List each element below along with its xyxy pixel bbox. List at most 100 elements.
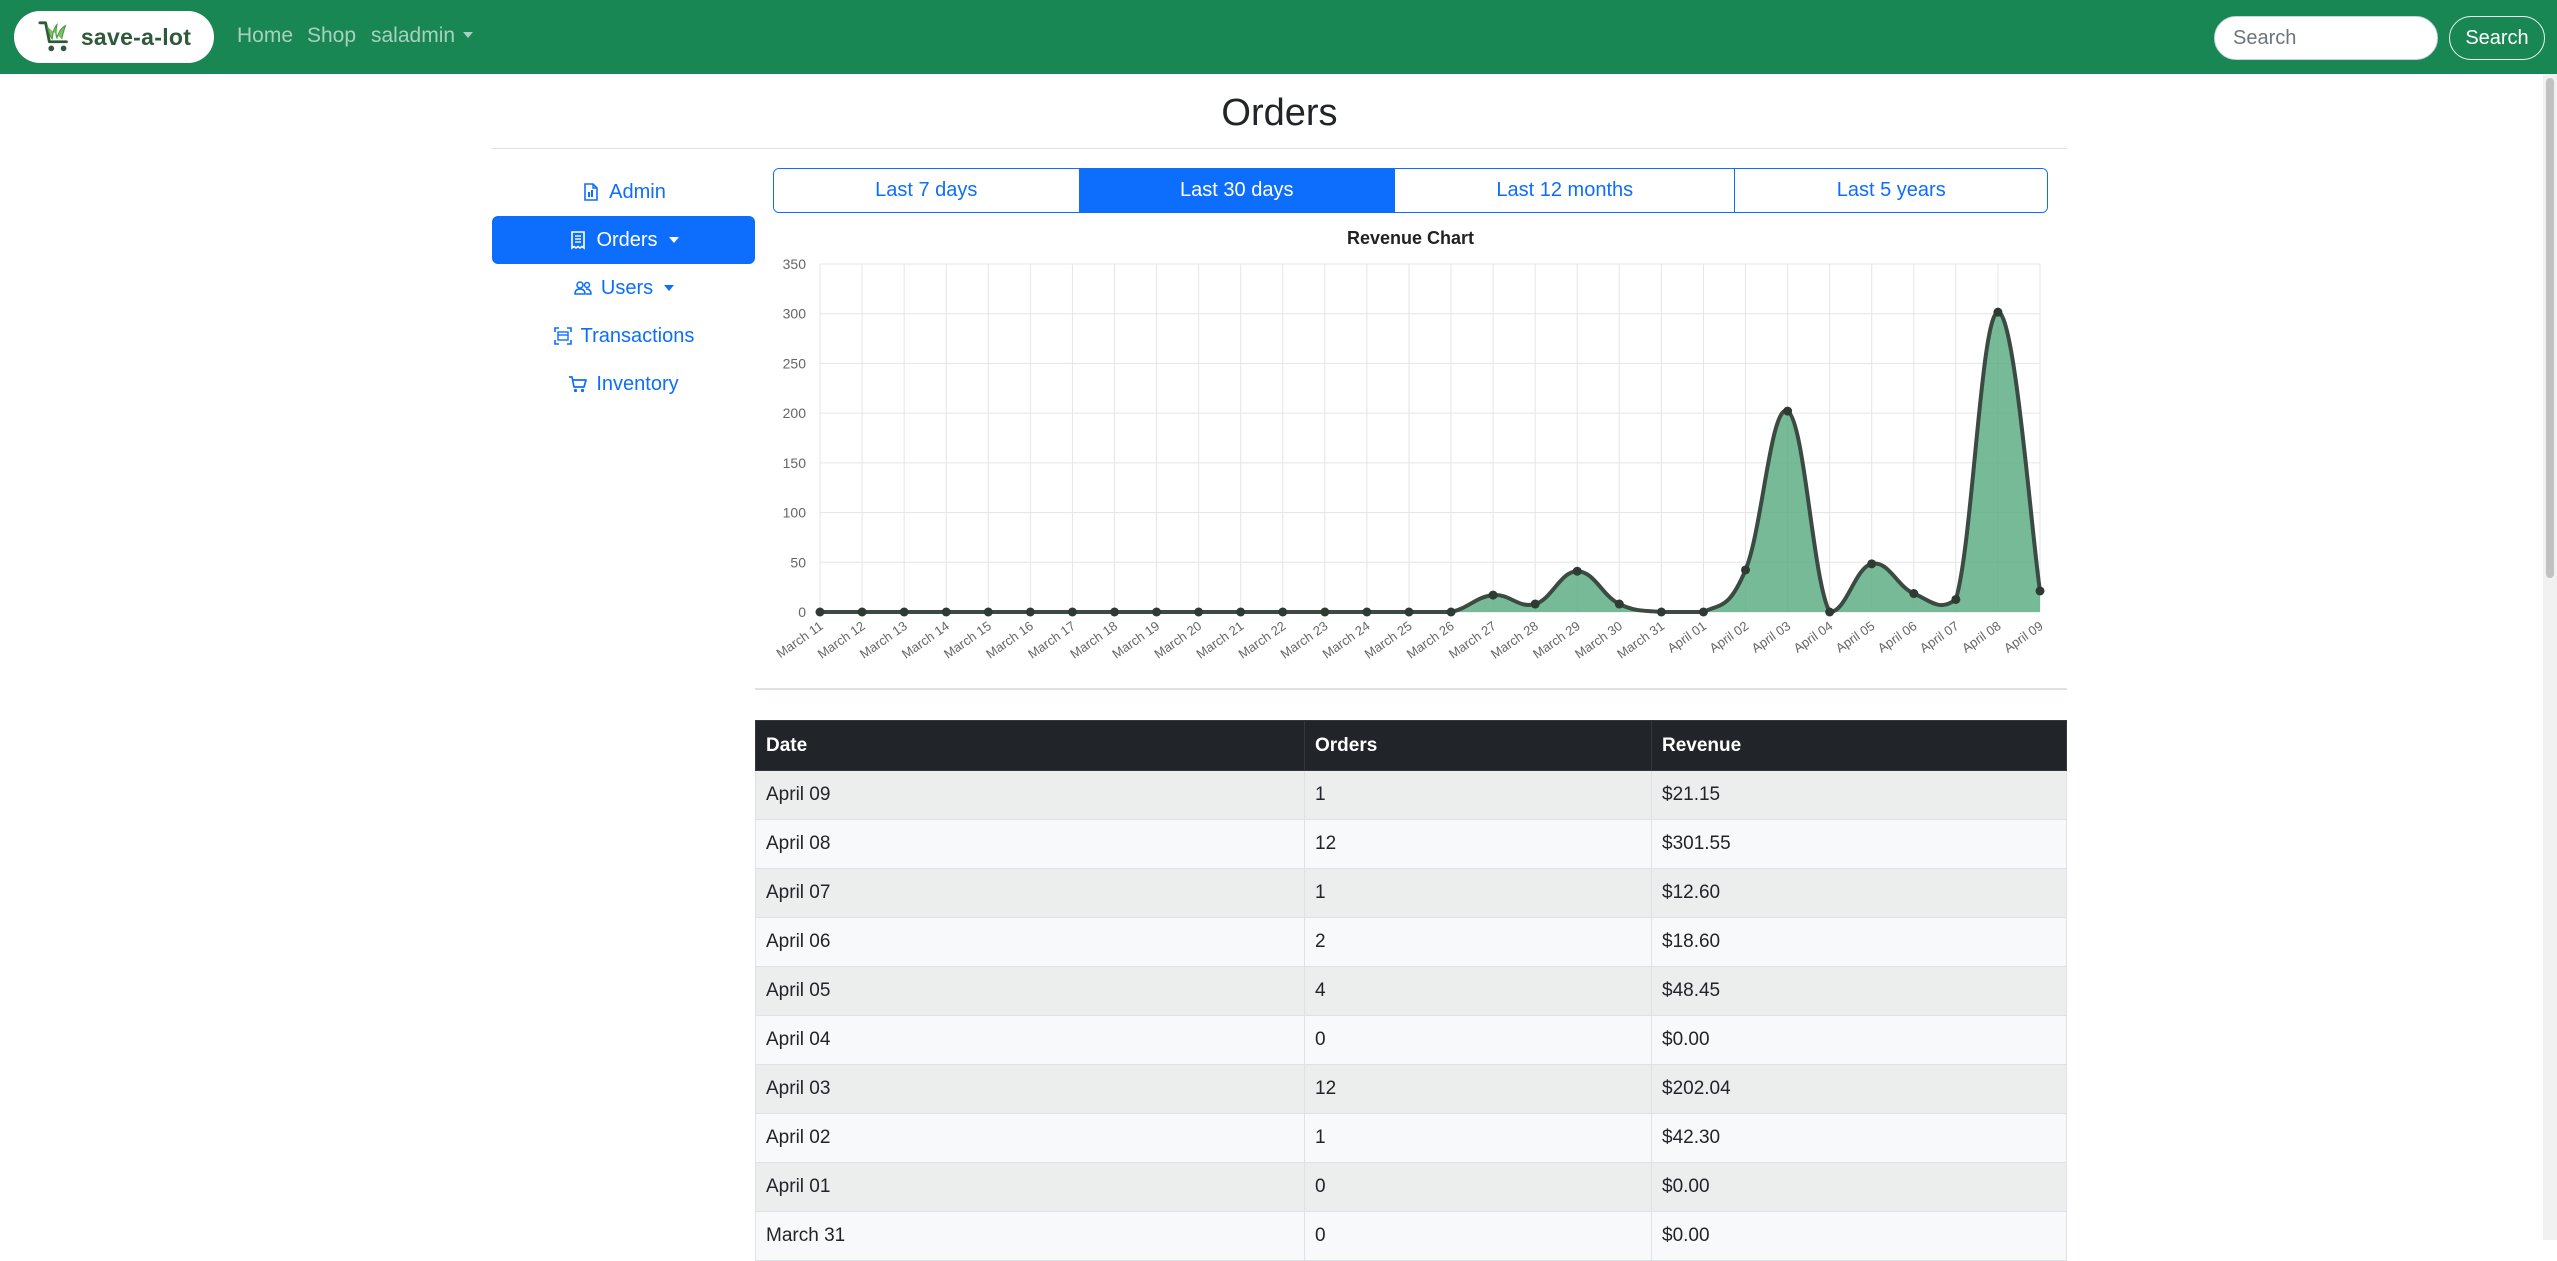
cell-date: April 07 <box>755 868 1305 918</box>
table-row: April 07 1 $12.60 <box>755 868 2067 918</box>
brand-logo[interactable]: save-a-lot <box>14 11 214 63</box>
y-tick-label: 150 <box>783 455 807 471</box>
cell-orders: 1 <box>1304 1113 1652 1163</box>
chart-title: Revenue Chart <box>1347 228 1474 248</box>
data-point <box>1488 590 1498 600</box>
admin-sidebar: Admin Orders Users Transactions Inventor… <box>492 168 755 408</box>
cell-orders: 12 <box>1304 819 1652 869</box>
sidebar-item-inventory[interactable]: Inventory <box>492 360 755 408</box>
data-point <box>983 607 993 617</box>
scan-icon <box>553 327 572 345</box>
top-navbar: save-a-lot Home Shop saladmin Search <box>0 0 2557 74</box>
revenue-chart-svg: Revenue Chart 0 50 100 150 200 250 300 350 March … <box>774 228 2046 662</box>
data-point <box>1614 599 1624 609</box>
nav-shop-link[interactable]: Shop <box>307 24 356 48</box>
chevron-down-icon <box>463 32 474 38</box>
sidebar-item-users[interactable]: Users <box>492 264 755 312</box>
scrollbar-thumb[interactable] <box>2546 78 2554 578</box>
chevron-down-icon <box>668 237 679 243</box>
table-body: April 09 1 $21.15 April 08 12 $301.55 April 07… <box>755 770 2067 1261</box>
cell-date: April 08 <box>755 819 1305 869</box>
cell-date: April 09 <box>755 770 1305 820</box>
nav-home-link[interactable]: Home <box>237 24 293 48</box>
date-range-tabs: Last 7 days Last 30 days Last 12 months … <box>773 168 2048 213</box>
cell-date: April 01 <box>755 1162 1305 1212</box>
cell-orders: 1 <box>1304 770 1652 820</box>
table-row: March 31 0 $0.00 <box>755 1211 2067 1261</box>
x-tick-label: April 09 <box>2001 618 2046 656</box>
cell-revenue: $21.15 <box>1651 770 2067 820</box>
x-tick-label: April 05 <box>1833 618 1878 656</box>
y-tick-label: 100 <box>783 505 807 521</box>
cell-orders: 0 <box>1304 1211 1652 1261</box>
x-tick-label: April 04 <box>1791 618 1836 656</box>
tab-last-30-days[interactable]: Last 30 days <box>1079 169 1396 212</box>
table-row: April 03 12 $202.04 <box>755 1064 2067 1114</box>
search-input[interactable] <box>2214 16 2438 60</box>
data-point <box>1572 566 1582 576</box>
search-button[interactable]: Search <box>2449 16 2545 60</box>
column-header-revenue: Revenue <box>1651 720 2067 771</box>
tab-last-7-days[interactable]: Last 7 days <box>774 169 1080 212</box>
receipt-icon <box>571 231 586 250</box>
x-tick-label: April 06 <box>1875 618 1920 656</box>
chevron-down-icon <box>664 285 675 291</box>
data-point <box>1236 607 1246 617</box>
data-point <box>815 607 825 617</box>
tab-last-5-years[interactable]: Last 5 years <box>1735 169 2047 212</box>
column-header-date: Date <box>755 720 1305 771</box>
data-point <box>1993 307 2003 317</box>
revenue-area-fill <box>820 312 2040 612</box>
people-icon <box>574 281 592 295</box>
cell-revenue: $0.00 <box>1651 1015 2067 1065</box>
nav-user-dropdown[interactable]: saladmin <box>371 24 474 48</box>
tab-last-12-months[interactable]: Last 12 months <box>1395 169 1736 212</box>
cell-date: March 31 <box>755 1211 1305 1261</box>
cell-revenue: $0.00 <box>1651 1162 2067 1212</box>
y-tick-label: 350 <box>783 256 807 272</box>
nav-user-label: saladmin <box>371 24 456 47</box>
cell-date: April 03 <box>755 1064 1305 1114</box>
y-tick-label: 200 <box>783 405 807 421</box>
data-point <box>1025 607 1035 617</box>
x-tick-label: April 08 <box>1959 618 2004 656</box>
y-tick-label: 300 <box>783 306 807 322</box>
cell-orders: 2 <box>1304 917 1652 967</box>
y-tick-label: 250 <box>783 355 807 371</box>
data-point <box>1278 607 1288 617</box>
data-point <box>1152 607 1162 617</box>
data-point <box>1741 565 1751 575</box>
cell-orders: 4 <box>1304 966 1652 1016</box>
data-point <box>1194 607 1204 617</box>
cell-date: April 02 <box>755 1113 1305 1163</box>
data-point <box>941 607 951 617</box>
x-tick-label: April 02 <box>1707 618 1752 656</box>
cell-date: April 06 <box>755 917 1305 967</box>
sidebar-item-admin[interactable]: Admin <box>492 168 755 216</box>
data-point <box>1067 607 1077 617</box>
data-point <box>1783 406 1793 416</box>
sidebar-item-orders[interactable]: Orders <box>492 216 755 264</box>
sidebar-item-label: Users <box>600 276 654 299</box>
document-icon <box>584 183 598 201</box>
cart-icon <box>569 376 588 393</box>
table-row: April 06 2 $18.60 <box>755 917 2067 967</box>
cell-revenue: $18.60 <box>1651 917 2067 967</box>
cell-date: April 04 <box>755 1015 1305 1065</box>
data-point <box>2035 586 2045 596</box>
chart-divider <box>755 688 2067 690</box>
x-tick-label: April 07 <box>1917 618 1962 656</box>
orders-table-container: Date Orders Revenue April 09 1 $21.15 April… <box>755 720 2067 1261</box>
data-point <box>857 607 867 617</box>
sidebar-item-label: Transactions <box>580 324 695 347</box>
data-point <box>1320 607 1330 617</box>
cell-revenue: $202.04 <box>1651 1064 2067 1114</box>
cell-revenue: $12.60 <box>1651 868 2067 918</box>
revenue-chart: Revenue Chart 0 50 100 150 200 250 300 350 March … <box>773 222 2048 682</box>
brand-name: save-a-lot <box>80 23 192 50</box>
data-point <box>1909 589 1919 599</box>
data-point <box>899 607 909 617</box>
sidebar-item-transactions[interactable]: Transactions <box>492 312 755 360</box>
table-row: April 05 4 $48.45 <box>755 966 2067 1016</box>
sidebar-item-label: Orders <box>596 228 658 251</box>
